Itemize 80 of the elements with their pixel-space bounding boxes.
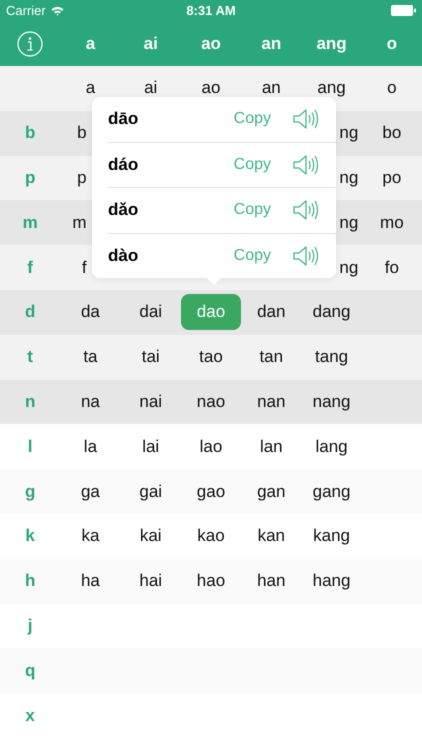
info-icon[interactable] bbox=[17, 30, 44, 56]
syllable-cell[interactable]: kai bbox=[120, 518, 181, 554]
syllable-cell[interactable]: ga bbox=[60, 474, 120, 510]
syllable-cell[interactable]: la bbox=[60, 428, 120, 465]
syllable-cell[interactable]: lai bbox=[120, 428, 181, 465]
initial-label: q bbox=[24, 660, 36, 681]
syllable-cell[interactable]: bo bbox=[362, 115, 422, 152]
syllable-cell[interactable]: o bbox=[362, 70, 422, 106]
syllable-cell[interactable]: m bbox=[72, 204, 87, 241]
syllable-cell[interactable]: nai bbox=[120, 384, 181, 420]
initial-label: m bbox=[22, 212, 38, 233]
syllable-cell[interactable]: da bbox=[60, 294, 120, 330]
tone-syllable: dāo bbox=[108, 109, 140, 130]
syllable-cell[interactable]: ng bbox=[339, 250, 358, 286]
syllable-cell[interactable]: han bbox=[241, 563, 302, 600]
syllable-cell[interactable]: lang bbox=[302, 428, 362, 465]
final-heading: ao bbox=[201, 34, 221, 54]
initial-label: g bbox=[24, 482, 36, 502]
syllable-cell[interactable]: tao bbox=[180, 339, 241, 376]
syllable-cell[interactable]: po bbox=[362, 160, 422, 196]
speaker-icon[interactable] bbox=[293, 199, 320, 222]
syllable-cell[interactable]: ng bbox=[339, 160, 358, 196]
battery-icon bbox=[391, 5, 416, 16]
syllable-cell[interactable]: fo bbox=[362, 250, 422, 286]
syllable-cell[interactable]: dan bbox=[241, 294, 302, 330]
syllable-cell[interactable]: hao bbox=[180, 563, 241, 600]
syllable-cell[interactable]: na bbox=[60, 384, 120, 420]
final-heading: ai bbox=[144, 34, 158, 54]
speaker-icon[interactable] bbox=[293, 244, 320, 267]
syllable-cell[interactable]: nang bbox=[302, 384, 362, 420]
initial-label: n bbox=[24, 392, 36, 412]
syllable-cell[interactable]: ng bbox=[339, 115, 358, 152]
syllable-cell[interactable]: kao bbox=[180, 518, 241, 554]
initial-label: l bbox=[28, 436, 32, 457]
status-time: 8:31 AM bbox=[185, 3, 237, 18]
syllable-cell[interactable]: ka bbox=[60, 518, 120, 554]
speaker-icon[interactable] bbox=[293, 154, 320, 176]
syllable-cell[interactable]: b bbox=[77, 115, 87, 152]
syllable-cell[interactable]: ng bbox=[339, 204, 358, 241]
initial-label: f bbox=[27, 258, 33, 278]
syllable-cell[interactable]: hai bbox=[120, 563, 181, 600]
tone-syllable: dào bbox=[108, 246, 140, 266]
syllable-cell[interactable]: lan bbox=[241, 428, 302, 465]
syllable-cell[interactable]: lao bbox=[180, 428, 241, 465]
final-heading: o bbox=[386, 34, 398, 54]
syllable-cell[interactable]: tai bbox=[120, 339, 181, 376]
syllable-cell[interactable]: mo bbox=[362, 204, 422, 241]
syllable-cell[interactable]: nao bbox=[180, 384, 241, 420]
initial-label: j bbox=[28, 616, 32, 636]
syllable-cell[interactable]: tang bbox=[302, 339, 362, 376]
syllable-cell[interactable]: dai bbox=[120, 294, 181, 330]
syllable-cell[interactable]: gai bbox=[120, 474, 181, 510]
carrier-label: Carrier bbox=[6, 3, 46, 18]
initial-label: k bbox=[25, 526, 35, 546]
initial-label: b bbox=[24, 123, 36, 144]
tone-syllable: dǎo bbox=[108, 200, 140, 220]
tone-syllable: dáo bbox=[108, 154, 140, 175]
syllable-cell[interactable]: ha bbox=[60, 563, 120, 600]
syllable-cell[interactable]: hang bbox=[302, 563, 362, 600]
initial-label: x bbox=[25, 706, 35, 726]
syllable-cell[interactable]: f bbox=[82, 250, 87, 286]
final-heading: an bbox=[261, 34, 282, 54]
syllable-cell[interactable]: dang bbox=[302, 294, 362, 330]
syllable-cell[interactable]: nan bbox=[241, 384, 302, 420]
initial-label: h bbox=[24, 571, 36, 592]
final-heading: a bbox=[86, 34, 96, 54]
syllable-cell[interactable]: gan bbox=[241, 474, 302, 510]
syllable-cell[interactable]: kan bbox=[241, 518, 302, 554]
syllable-cell[interactable]: gao bbox=[180, 474, 241, 510]
speaker-icon[interactable] bbox=[293, 108, 320, 130]
syllable-cell[interactable]: tan bbox=[241, 339, 302, 376]
syllable-cell[interactable]: gang bbox=[302, 474, 362, 510]
initial-label: d bbox=[24, 302, 36, 322]
syllable-cell[interactable]: kang bbox=[302, 518, 362, 554]
syllable-cell[interactable]: ta bbox=[60, 339, 120, 376]
wifi-icon bbox=[50, 6, 64, 16]
final-heading: ang bbox=[316, 34, 347, 54]
syllable-cell[interactable]: p bbox=[77, 160, 87, 196]
initial-label: p bbox=[24, 168, 36, 188]
initial-label: t bbox=[27, 347, 33, 368]
